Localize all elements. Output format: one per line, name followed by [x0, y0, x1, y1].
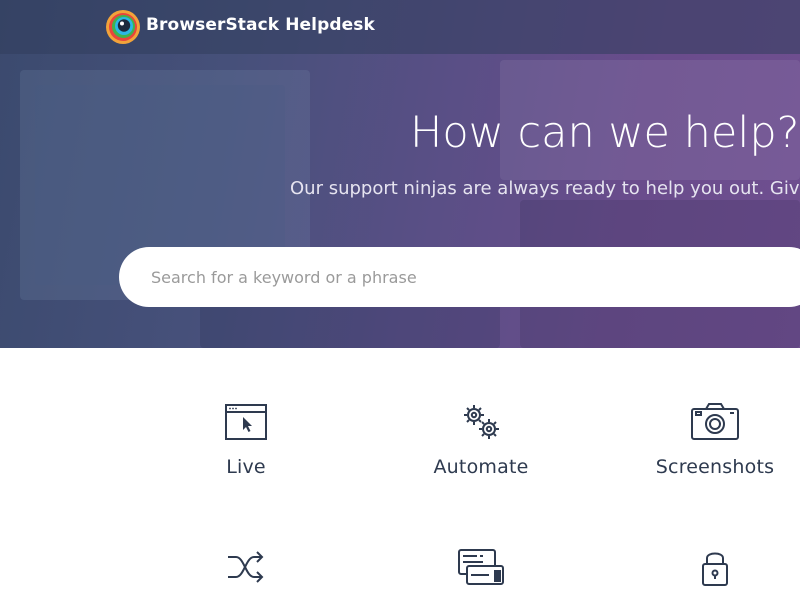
browserstack-logo-icon[interactable] — [105, 9, 141, 45]
billing-card-icon — [458, 549, 504, 585]
category-billing[interactable] — [391, 548, 571, 600]
category-security[interactable] — [625, 548, 800, 600]
lock-icon — [702, 552, 728, 586]
gears-icon — [464, 405, 499, 439]
category-live[interactable]: Live — [156, 402, 336, 478]
category-automate[interactable]: Automate — [391, 402, 571, 478]
shuffle-icon — [228, 551, 264, 583]
category-shuffle[interactable] — [156, 548, 336, 600]
category-label: Automate — [433, 456, 529, 478]
hero-banner: BrowserStack Helpdesk How can we help? O… — [0, 0, 800, 348]
brand-title[interactable]: BrowserStack Helpdesk — [146, 15, 375, 35]
category-screenshots[interactable]: Screenshots — [625, 402, 800, 478]
category-label: Screenshots — [655, 456, 775, 478]
camera-icon — [691, 403, 739, 440]
category-label: Live — [226, 456, 266, 478]
browser-window-cursor-icon — [225, 404, 267, 440]
hero-title: How can we help? — [410, 108, 800, 158]
search-input[interactable] — [119, 247, 800, 307]
hero-subtitle: Our support ninjas are always ready to h… — [290, 178, 800, 199]
